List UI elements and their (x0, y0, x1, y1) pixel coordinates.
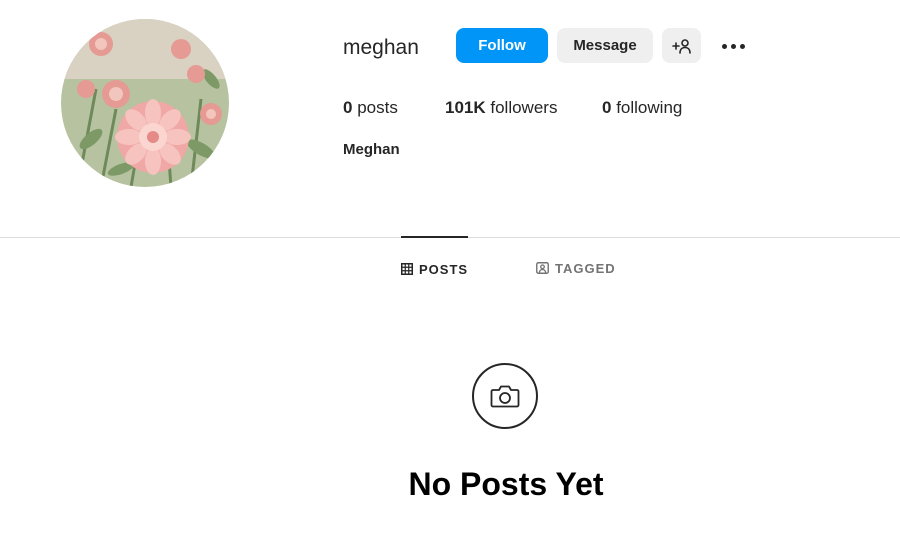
add-person-icon (671, 38, 691, 54)
profile-username: meghan (343, 36, 419, 59)
empty-state-title: No Posts Yet (408, 466, 604, 502)
profile-full-name: Meghan (343, 141, 400, 158)
dot (721, 43, 727, 49)
following-count: 0 (602, 98, 612, 117)
camera-icon (490, 385, 520, 408)
dot (739, 43, 745, 49)
tagged-icon (536, 262, 549, 274)
followers-label: followers (490, 98, 558, 117)
empty-state-camera (472, 363, 538, 429)
posts-label: posts (357, 98, 398, 117)
message-button[interactable]: Message (557, 28, 653, 63)
following-stat[interactable]: 0 following (602, 97, 682, 119)
dot (730, 43, 736, 49)
grid-icon (401, 263, 413, 275)
tab-tagged-label: TAGGED (555, 260, 616, 276)
follow-button[interactable]: Follow (456, 28, 548, 63)
posts-stat: 0 posts (343, 97, 398, 119)
tab-posts-label: POSTS (419, 261, 469, 277)
flower-photo (61, 19, 229, 187)
followers-stat[interactable]: 101K followers (445, 97, 557, 119)
followers-count: 101K (445, 98, 486, 117)
profile-avatar[interactable] (61, 19, 229, 187)
following-label: following (616, 98, 683, 117)
suggest-accounts-button[interactable] (662, 28, 701, 63)
posts-count: 0 (343, 98, 353, 117)
tab-tagged[interactable]: TAGGED (536, 237, 616, 299)
more-options-icon[interactable] (716, 32, 750, 60)
tab-posts[interactable]: POSTS (401, 236, 469, 300)
